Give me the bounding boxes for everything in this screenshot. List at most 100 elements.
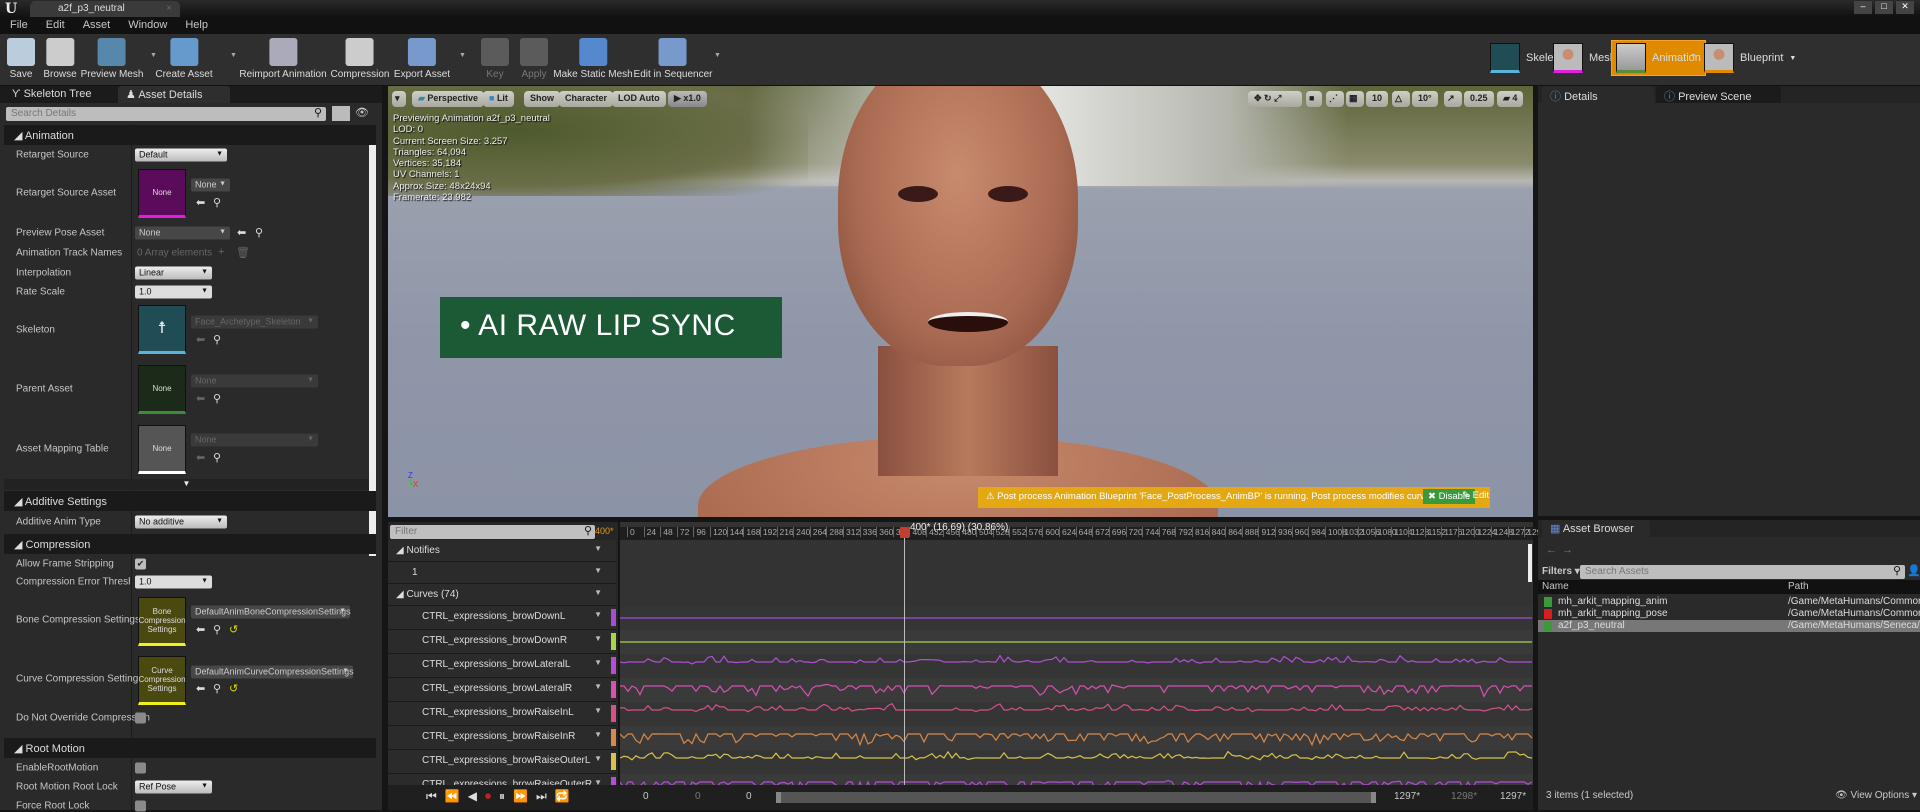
chevron-down-icon[interactable]: ▼ xyxy=(1789,55,1796,62)
playhead-handle[interactable] xyxy=(899,527,909,538)
chevron-down-icon[interactable]: ▼ xyxy=(459,52,466,59)
retarget-source-thumbnail[interactable]: None xyxy=(138,169,186,218)
curve-track[interactable]: CTRL_expressions_browRaiseInR ▼ xyxy=(388,726,616,750)
toolbar-button-browse[interactable]: Browse xyxy=(43,38,77,80)
step-forward-button[interactable]: ⏩ xyxy=(513,789,528,804)
browse-search-icon[interactable]: ⚲ xyxy=(213,333,221,346)
toolbar-button-reimport-animation[interactable]: Reimport Animation xyxy=(239,38,327,80)
eye-icon[interactable]: 👁 xyxy=(355,106,369,119)
asset-mapping-thumbnail[interactable]: None xyxy=(138,425,186,474)
lod-button[interactable]: LOD Auto xyxy=(612,91,666,107)
browse-search-icon[interactable]: ⚲ xyxy=(213,392,221,405)
curve-compression-thumbnail[interactable]: Curve Compression Settings xyxy=(138,656,186,705)
viewport[interactable]: ▾ ▰ Perspective ■ Lit Show Character LOD… xyxy=(388,86,1533,517)
timeline-graph[interactable]: 0 24 48 72 96 120 144 168 192 216 240 264 288 312 336 3… xyxy=(620,522,1546,785)
search-assets-input[interactable]: Search Assets xyxy=(1580,565,1905,579)
parent-asset-thumbnail[interactable]: None xyxy=(138,365,186,414)
expand-advanced-button[interactable]: ▼ xyxy=(4,479,369,490)
chevron-down-icon[interactable]: ▼ xyxy=(1690,53,1697,60)
menu-asset[interactable]: Asset xyxy=(83,19,111,32)
column-name[interactable]: Name xyxy=(1542,581,1569,592)
allow-frame-stripping-checkbox[interactable]: ✔ xyxy=(135,558,146,570)
record-button[interactable]: ⏺ xyxy=(485,789,491,804)
document-tab[interactable]: a2f_p3_neutral × xyxy=(30,1,180,17)
edit-button[interactable]: ✎ Edit xyxy=(1462,490,1489,501)
curve-color-swatch[interactable] xyxy=(611,633,616,650)
toolbar-button-create-asset[interactable]: Create Asset xyxy=(155,38,213,80)
rotation-snap-button[interactable]: △ xyxy=(1392,91,1410,107)
compression-error-input[interactable]: 1.0 xyxy=(135,575,212,589)
section-root-motion[interactable]: ◢ Root Motion xyxy=(4,738,376,758)
range-slider[interactable] xyxy=(776,792,1376,803)
chevron-down-icon[interactable]: ▼ xyxy=(594,658,602,667)
close-window-button[interactable]: ✕ xyxy=(1896,1,1914,14)
playhead[interactable] xyxy=(899,527,909,785)
chevron-down-icon[interactable]: ▼ xyxy=(594,544,602,553)
playback-speed-button[interactable]: ▶ x1.0 xyxy=(668,91,707,107)
trash-icon[interactable]: 🗑 xyxy=(236,246,250,259)
mode-blueprint[interactable]: Blueprint ▼ xyxy=(1700,40,1800,76)
working-range-start[interactable]: 0 xyxy=(746,791,752,802)
rotation-snap-value[interactable]: 10° xyxy=(1412,91,1438,107)
curve-track[interactable]: CTRL_expressions_browRaiseOuterL ▼ xyxy=(388,750,616,774)
browse-search-icon[interactable]: ⚲ xyxy=(255,226,263,239)
local-world-button[interactable]: ■ xyxy=(1306,91,1322,107)
view-options-button[interactable]: 👁 View Options ▾ xyxy=(1835,790,1917,801)
camera-speed-button[interactable]: ▰ 4 xyxy=(1497,91,1524,107)
curve-track[interactable]: CTRL_expressions_browDownL ▼ xyxy=(388,606,616,630)
back-arrow-icon[interactable]: ← xyxy=(1546,544,1557,556)
user-icon[interactable]: 👤 xyxy=(1907,564,1920,577)
retarget-source-dropdown[interactable]: Default xyxy=(135,148,227,162)
minimize-button[interactable]: – xyxy=(1854,1,1872,14)
section-additive-settings[interactable]: ◢ Additive Settings xyxy=(4,491,376,511)
scale-snap-value[interactable]: 0.25 xyxy=(1464,91,1494,107)
tab-preview-scene-settings[interactable]: ⓘ Preview Scene Sett xyxy=(1656,86,1781,116)
add-element-icon[interactable]: + xyxy=(218,246,224,258)
step-back-button[interactable]: ⏪ xyxy=(445,789,460,804)
grid-snap-button[interactable]: ▦ xyxy=(1346,91,1364,107)
curve-track[interactable]: CTRL_expressions_browDownR ▼ xyxy=(388,630,616,654)
bone-compression-thumbnail[interactable]: Bone Compression Settings xyxy=(138,597,186,646)
notifies-track-header[interactable]: ◢ Notifies ▼ xyxy=(388,540,616,562)
chevron-down-icon[interactable]: ▼ xyxy=(594,566,602,575)
asset-row[interactable]: mh_arkit_mapping_anim/Game/MetaHumans/Co… xyxy=(1538,596,1920,608)
curve-color-swatch[interactable] xyxy=(611,729,616,746)
tab-asset-browser[interactable]: ▦ Asset Browser xyxy=(1542,520,1650,537)
character-button[interactable]: Character xyxy=(559,91,614,107)
asset-row[interactable]: mh_arkit_mapping_pose/Game/MetaHumans/Co… xyxy=(1538,608,1920,620)
curve-color-swatch[interactable] xyxy=(611,681,616,698)
section-animation[interactable]: ◢ Animation xyxy=(4,125,376,145)
do-not-override-checkbox[interactable] xyxy=(135,712,146,724)
browse-search-icon[interactable]: ⚲ xyxy=(213,623,221,636)
bone-compression-dropdown[interactable]: DefaultAnimBoneCompressionSettings xyxy=(191,605,351,619)
browse-search-icon[interactable]: ⚲ xyxy=(213,196,221,209)
curve-color-swatch[interactable] xyxy=(611,657,616,674)
curve-track[interactable]: CTRL_expressions_browRaiseInL ▼ xyxy=(388,702,616,726)
toolbar-button-compression[interactable]: Compression xyxy=(331,38,389,80)
reset-to-default-icon[interactable]: ↺ xyxy=(229,682,238,695)
working-range-end[interactable]: 1297* xyxy=(1500,791,1526,802)
menu-help[interactable]: Help xyxy=(185,19,208,32)
reset-to-default-icon[interactable]: ↺ xyxy=(229,623,238,636)
chevron-down-icon[interactable]: ▼ xyxy=(594,682,602,691)
timeline-filter-input[interactable]: Filter xyxy=(390,525,595,539)
curve-track[interactable]: CTRL_expressions_browLateralL ▼ xyxy=(388,654,616,678)
forward-arrow-icon[interactable]: → xyxy=(1562,544,1573,556)
view-range-end[interactable]: 1298* xyxy=(1451,791,1477,802)
close-icon[interactable]: × xyxy=(166,3,172,14)
loop-button[interactable]: 🔁 xyxy=(555,789,570,804)
toolbar-button-save[interactable]: Save xyxy=(7,38,35,80)
retarget-source-asset-dropdown[interactable]: None xyxy=(191,178,230,192)
interpolation-dropdown[interactable]: Linear xyxy=(135,266,212,280)
skip-to-start-button[interactable]: ⏮ xyxy=(426,789,437,804)
use-selected-arrow-icon[interactable]: ⬅ xyxy=(237,226,246,239)
toolbar-button-export-asset[interactable]: Export Asset xyxy=(394,38,450,80)
toolbar-button-preview-mesh[interactable]: Preview Mesh xyxy=(81,38,143,80)
additive-anim-type-dropdown[interactable]: No additive xyxy=(135,515,227,529)
perspective-button[interactable]: ▰ Perspective xyxy=(412,91,484,107)
surface-snap-button[interactable]: ⋰ xyxy=(1326,91,1344,107)
filters-button[interactable]: Filters ▾ xyxy=(1542,566,1580,577)
scale-snap-button[interactable]: ↗ xyxy=(1444,91,1462,107)
chevron-down-icon[interactable]: ▼ xyxy=(230,52,237,59)
use-selected-arrow-icon[interactable]: ⬅ xyxy=(196,196,205,209)
